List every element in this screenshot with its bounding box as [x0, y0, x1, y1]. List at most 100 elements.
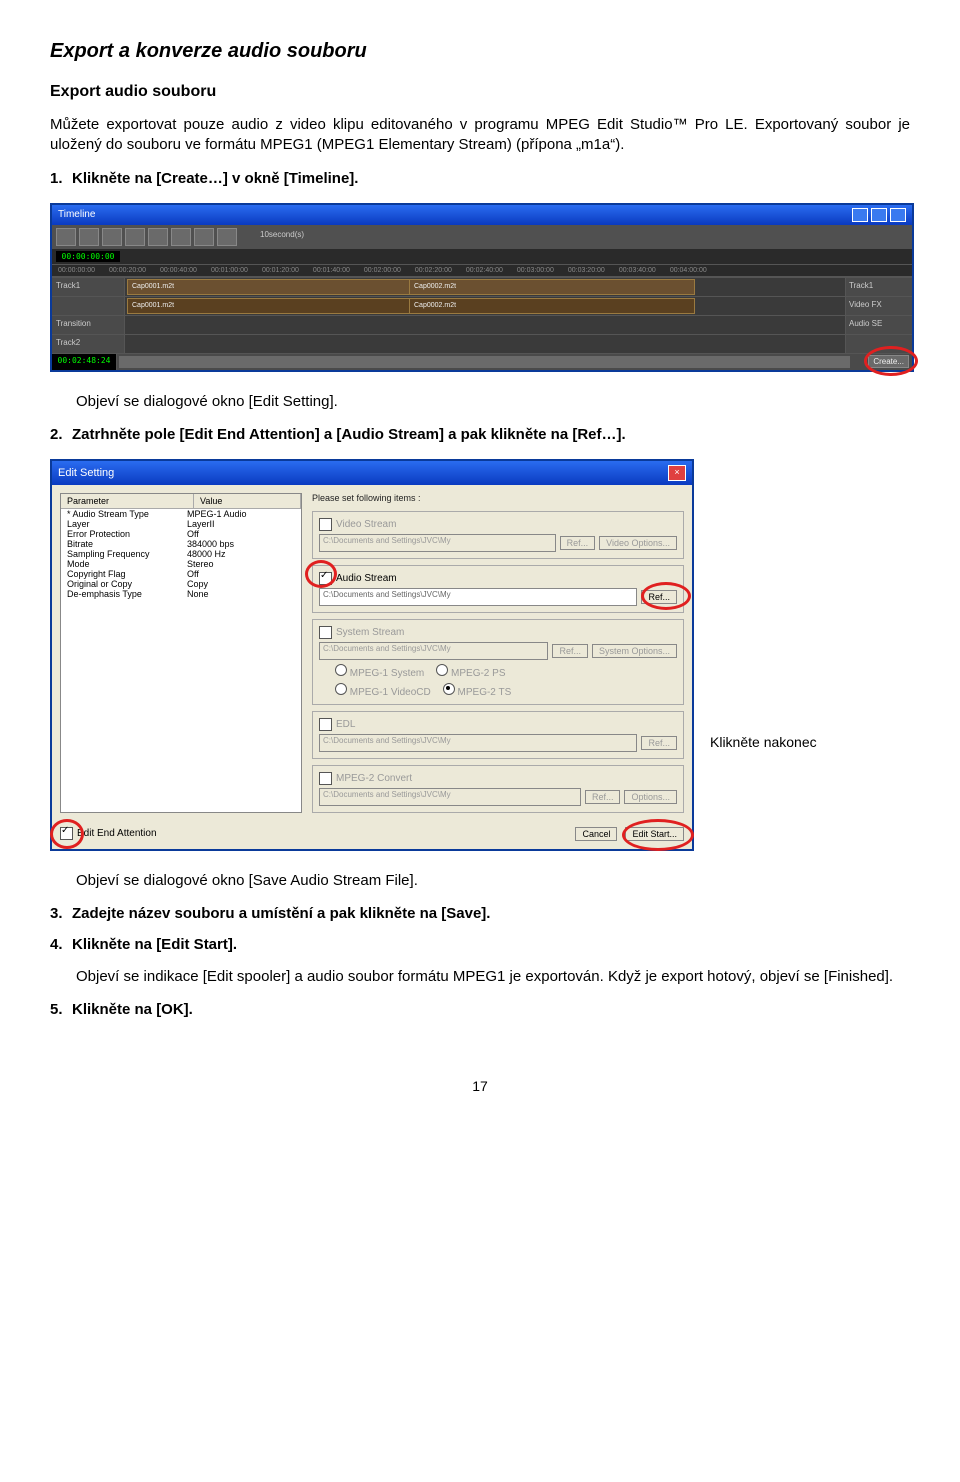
- tool-button[interactable]: [56, 228, 76, 246]
- group-mpeg2-convert: MPEG-2 Convert C:\Documents and Settings…: [312, 765, 684, 813]
- audio-path-input[interactable]: C:\Documents and Settings\JVC\My: [319, 588, 637, 606]
- step-1: 1.Klikněte na [Create…] v okně [Timeline…: [50, 170, 910, 187]
- param-name: Original or Copy: [67, 579, 187, 589]
- tool-button[interactable]: [148, 228, 168, 246]
- param-value: Off: [187, 569, 295, 579]
- system-stream-checkbox[interactable]: [319, 626, 332, 639]
- step-2: 2.Zatrhněte pole [Edit End Attention] a …: [50, 426, 910, 443]
- video-options-button[interactable]: Video Options...: [599, 536, 677, 550]
- clip-cap0002[interactable]: Cap0002.m2t: [409, 279, 695, 295]
- edit-setting-dialog: Edit Setting × Parameter Value * Audio S…: [50, 459, 694, 851]
- mpeg2-ps-radio[interactable]: [436, 664, 448, 676]
- tool-button[interactable]: [217, 228, 237, 246]
- param-value: None: [187, 589, 295, 599]
- track1b-row: Cap0001.m2t Cap0002.m2t Video FX: [52, 296, 912, 315]
- audio-stream-label: Audio Stream: [336, 573, 397, 584]
- param-row: De-emphasis TypeNone: [61, 589, 301, 599]
- col-parameter: Parameter: [61, 494, 194, 508]
- video-stream-checkbox[interactable]: [319, 518, 332, 531]
- minimize-icon[interactable]: [852, 208, 868, 222]
- group-edl: EDL C:\Documents and Settings\JVC\My Ref…: [312, 711, 684, 759]
- clip-cap0001b[interactable]: Cap0001.m2t: [127, 298, 413, 314]
- edl-path-input[interactable]: C:\Documents and Settings\JVC\My: [319, 734, 637, 752]
- audio-stream-checkbox[interactable]: [319, 572, 332, 585]
- timeline-ruler: 00:00:00:0000:00:20:0000:00:40:0000:01:0…: [52, 264, 912, 277]
- param-row: Original or CopyCopy: [61, 579, 301, 589]
- system-stream-label: System Stream: [336, 627, 404, 638]
- mpeg2-convert-label: MPEG-2 Convert: [336, 773, 412, 784]
- track1-row: Track1 Cap0001.m2t Cap0002.m2t Track1: [52, 277, 912, 296]
- edit-start-button[interactable]: Edit Start...: [625, 827, 684, 841]
- timeline-scrollbar[interactable]: [119, 356, 850, 368]
- mpeg2-convert-checkbox[interactable]: [319, 772, 332, 785]
- step-3-text: Zadejte název souboru a umístění a pak k…: [72, 905, 490, 922]
- edl-ref-button[interactable]: Ref...: [641, 736, 677, 750]
- step-5-text: Klikněte na [OK].: [72, 1001, 193, 1018]
- param-row: Error ProtectionOff: [61, 529, 301, 539]
- param-name: Copyright Flag: [67, 569, 187, 579]
- param-row: LayerLayerII: [61, 519, 301, 529]
- cancel-button[interactable]: Cancel: [575, 827, 617, 841]
- timeline-title: Timeline: [58, 209, 95, 220]
- close-icon[interactable]: [890, 208, 906, 222]
- group-system-stream: System Stream C:\Documents and Settings\…: [312, 619, 684, 705]
- mpeg2-convert-path-input[interactable]: C:\Documents and Settings\JVC\My: [319, 788, 581, 806]
- mpeg1-system-radio[interactable]: [335, 664, 347, 676]
- step-4-text: Klikněte na [Edit Start].: [72, 936, 237, 953]
- system-options-button[interactable]: System Options...: [592, 644, 677, 658]
- window-buttons: [852, 208, 906, 222]
- tool-button[interactable]: [102, 228, 122, 246]
- timecode-end: 00:02:48:24: [52, 354, 117, 370]
- track1-body[interactable]: Cap0001.m2t Cap0002.m2t: [125, 278, 845, 296]
- mpeg2-convert-ref-button[interactable]: Ref...: [585, 790, 621, 804]
- step-5: 5.Klikněte na [OK].: [50, 1001, 910, 1018]
- param-value: MPEG-1 Audio: [187, 509, 295, 519]
- param-value: Off: [187, 529, 295, 539]
- param-value: 48000 Hz: [187, 549, 295, 559]
- mpeg2-ts-radio[interactable]: [443, 683, 455, 695]
- transition-label: Transition: [52, 316, 125, 334]
- tool-button[interactable]: [171, 228, 191, 246]
- step-3: 3.Zadejte název souboru a umístění a pak…: [50, 905, 910, 922]
- edl-label: EDL: [336, 719, 355, 730]
- param-value: Stereo: [187, 559, 295, 569]
- clip-cap0002b[interactable]: Cap0002.m2t: [409, 298, 695, 314]
- close-icon[interactable]: ×: [668, 465, 686, 481]
- param-name: Mode: [67, 559, 187, 569]
- timecode-start: 00:00:00:00: [56, 251, 120, 262]
- step-1-followup: Objeví se dialogové okno [Edit Setting].: [76, 392, 910, 412]
- maximize-icon[interactable]: [871, 208, 887, 222]
- video-ref-button[interactable]: Ref...: [560, 536, 596, 550]
- param-value: Copy: [187, 579, 295, 589]
- create-button[interactable]: Create...: [868, 355, 909, 368]
- audio-ref-button[interactable]: Ref...: [641, 590, 677, 604]
- video-stream-label: Video Stream: [336, 519, 396, 530]
- param-row: Bitrate384000 bps: [61, 539, 301, 549]
- track1b-body[interactable]: Cap0001.m2t Cap0002.m2t: [125, 297, 845, 315]
- track2-label: Track2: [52, 335, 125, 353]
- clip-cap0001[interactable]: Cap0001.m2t: [127, 279, 413, 295]
- edit-end-attention-checkbox[interactable]: [60, 827, 73, 840]
- system-ref-button[interactable]: Ref...: [552, 644, 588, 658]
- param-name: De-emphasis Type: [67, 589, 187, 599]
- param-value: 384000 bps: [187, 539, 295, 549]
- section-subtitle: Export audio souboru: [50, 83, 910, 101]
- mpeg1-videocd-radio[interactable]: [335, 683, 347, 695]
- parameter-list: Parameter Value * Audio Stream TypeMPEG-…: [60, 493, 302, 813]
- edl-checkbox[interactable]: [319, 718, 332, 731]
- mpeg2-convert-options-button[interactable]: Options...: [624, 790, 677, 804]
- system-path-input[interactable]: C:\Documents and Settings\JVC\My: [319, 642, 548, 660]
- tool-button[interactable]: [194, 228, 214, 246]
- param-row: Sampling Frequency48000 Hz: [61, 549, 301, 559]
- param-row: Copyright FlagOff: [61, 569, 301, 579]
- tool-button[interactable]: [79, 228, 99, 246]
- video-path-input[interactable]: C:\Documents and Settings\JVC\My: [319, 534, 556, 552]
- dialog-footer: Edit End Attention Cancel Edit Start...: [52, 821, 692, 849]
- group-audio-stream: Audio Stream C:\Documents and Settings\J…: [312, 565, 684, 613]
- transition-row: Transition Audio SE: [52, 315, 912, 334]
- track1-right-label: Track1: [845, 278, 912, 296]
- col-value: Value: [194, 494, 301, 508]
- step-1-text: Klikněte na [Create…] v okně [Timeline].: [72, 170, 358, 187]
- dialog-titlebar: Edit Setting ×: [52, 461, 692, 485]
- tool-button[interactable]: [125, 228, 145, 246]
